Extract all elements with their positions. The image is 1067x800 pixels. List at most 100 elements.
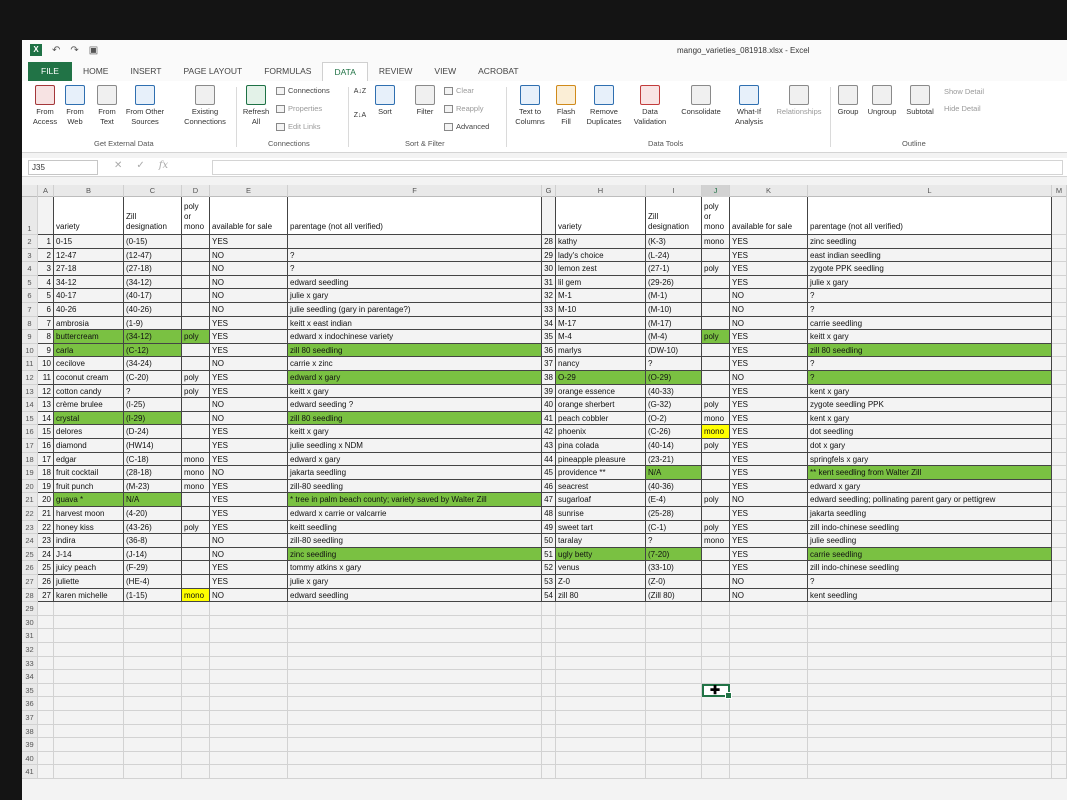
left-available-cell[interactable]: YES — [210, 493, 288, 507]
left-variety-cell[interactable]: buttercream — [54, 330, 124, 344]
right-row-number[interactable]: 44 — [542, 452, 556, 467]
empty-cell[interactable] — [124, 738, 182, 752]
left-row-number[interactable]: 23 — [38, 534, 54, 548]
right-poly-cell[interactable] — [702, 507, 730, 521]
empty-cell[interactable] — [210, 670, 288, 684]
connections-button[interactable]: Connections — [276, 86, 330, 95]
show-detail-button[interactable]: Show Detail — [944, 87, 984, 96]
empty-cell[interactable] — [288, 643, 542, 657]
right-available-cell[interactable]: YES — [730, 357, 808, 371]
left-zill-cell[interactable]: (27-18) — [124, 262, 182, 276]
right-parentage-cell[interactable]: east indian seedling — [808, 248, 1052, 263]
empty-cell[interactable] — [1052, 588, 1067, 603]
right-row-number[interactable]: 33 — [542, 303, 556, 317]
left-zill-cell[interactable]: (34-24) — [124, 357, 182, 371]
row-header-36[interactable]: 36 — [22, 697, 38, 711]
right-available-cell[interactable]: NO — [730, 316, 808, 331]
left-poly-cell[interactable]: poly — [182, 371, 210, 385]
empty-cell[interactable] — [1052, 683, 1067, 698]
left-row-number[interactable]: 18 — [38, 466, 54, 480]
left-available-cell[interactable]: NO — [210, 588, 288, 603]
empty-cell[interactable] — [646, 751, 702, 766]
left-variety-cell[interactable]: karen michelle — [54, 588, 124, 603]
right-variety-cell[interactable]: venus — [556, 561, 646, 575]
left-parentage-cell[interactable]: zill 80 seedling — [288, 411, 542, 426]
empty-cell[interactable] — [1052, 629, 1067, 643]
empty-cell[interactable] — [702, 629, 730, 643]
left-row-number[interactable]: 27 — [38, 588, 54, 603]
row-header-9[interactable]: 9 — [22, 330, 38, 344]
empty-cell[interactable] — [38, 724, 54, 739]
right-parentage-cell[interactable]: dot x gary — [808, 439, 1052, 453]
column-header-e[interactable]: E — [210, 185, 288, 197]
empty-cell[interactable] — [646, 670, 702, 684]
empty-cell[interactable] — [1052, 316, 1067, 331]
row-header-5[interactable]: 5 — [22, 275, 38, 290]
right-variety-cell[interactable]: ugly betty — [556, 547, 646, 562]
right-zill-cell[interactable]: (7-20) — [646, 547, 702, 562]
left-variety-cell[interactable]: 40-17 — [54, 289, 124, 303]
tab-acrobat[interactable]: ACROBAT — [467, 62, 529, 81]
what-if-analysis-button[interactable]: What-If Analysis — [728, 85, 770, 127]
row-header-11[interactable]: 11 — [22, 357, 38, 371]
row-header-1[interactable]: 1 — [22, 197, 38, 235]
left-available-cell[interactable]: YES — [210, 425, 288, 439]
right-poly-cell[interactable]: poly — [702, 330, 730, 344]
left-row-number[interactable]: 16 — [38, 439, 54, 453]
existing-connections-button[interactable]: Existing Connections — [174, 85, 236, 127]
empty-cell[interactable] — [1052, 697, 1067, 711]
right-variety-cell[interactable]: M-17 — [556, 316, 646, 331]
empty-cell[interactable] — [702, 738, 730, 752]
right-poly-cell[interactable] — [702, 588, 730, 603]
left-parentage-cell[interactable]: ? — [288, 248, 542, 263]
right-parentage-cell[interactable]: ? — [808, 371, 1052, 385]
left-parentage-cell[interactable]: zill-80 seedling — [288, 534, 542, 548]
right-poly-cell[interactable] — [702, 384, 730, 399]
empty-cell[interactable] — [38, 751, 54, 766]
left-poly-cell[interactable] — [182, 398, 210, 412]
left-poly-cell[interactable] — [182, 575, 210, 589]
left-row-number[interactable]: 3 — [38, 262, 54, 276]
empty-cell[interactable] — [288, 629, 542, 643]
right-variety-cell[interactable]: sweet tart — [556, 520, 646, 535]
empty-cell[interactable] — [54, 602, 124, 616]
formula-input[interactable] — [212, 160, 1063, 175]
right-parentage-cell[interactable]: ? — [808, 575, 1052, 589]
row-header-26[interactable]: 26 — [22, 561, 38, 575]
right-row-number[interactable]: 42 — [542, 425, 556, 439]
right-row-number[interactable]: 48 — [542, 507, 556, 521]
right-zill-cell[interactable]: (40-36) — [646, 479, 702, 494]
right-available-cell[interactable]: YES — [730, 343, 808, 358]
left-parentage-cell[interactable]: julie x gary — [288, 289, 542, 303]
left-row-number[interactable]: 9 — [38, 343, 54, 358]
row-header-41[interactable]: 41 — [22, 765, 38, 779]
left-available-cell[interactable]: NO — [210, 248, 288, 263]
left-poly-cell[interactable] — [182, 275, 210, 290]
left-variety-cell[interactable]: edgar — [54, 452, 124, 467]
left-parentage-cell[interactable]: * tree in palm beach county; variety sav… — [288, 493, 542, 507]
left-row-number[interactable]: 21 — [38, 507, 54, 521]
left-zill-cell[interactable]: N/A — [124, 493, 182, 507]
right-available-cell[interactable]: YES — [730, 398, 808, 412]
left-zill-cell[interactable]: (I-25) — [124, 398, 182, 412]
left-zill-cell[interactable]: (F-29) — [124, 561, 182, 575]
right-poly-cell[interactable]: poly — [702, 520, 730, 535]
empty-cell[interactable] — [124, 629, 182, 643]
empty-cell[interactable] — [730, 643, 808, 657]
empty-cell[interactable] — [542, 615, 556, 630]
left-row-number[interactable]: 17 — [38, 452, 54, 467]
empty-cell[interactable] — [1052, 466, 1067, 480]
left-parentage-cell[interactable]: ? — [288, 262, 542, 276]
empty-cell[interactable] — [182, 683, 210, 698]
empty-cell[interactable] — [646, 765, 702, 779]
empty-cell[interactable] — [38, 670, 54, 684]
tab-data[interactable]: DATA — [322, 62, 368, 81]
left-zill-cell[interactable]: (43-26) — [124, 520, 182, 535]
left-row-number[interactable]: 24 — [38, 547, 54, 562]
empty-cell[interactable] — [1052, 751, 1067, 766]
row-header-18[interactable]: 18 — [22, 452, 38, 467]
empty-cell[interactable] — [808, 643, 1052, 657]
empty-cell[interactable] — [1052, 656, 1067, 671]
left-parentage-cell[interactable]: edward seeding ? — [288, 398, 542, 412]
empty-cell[interactable] — [182, 711, 210, 725]
